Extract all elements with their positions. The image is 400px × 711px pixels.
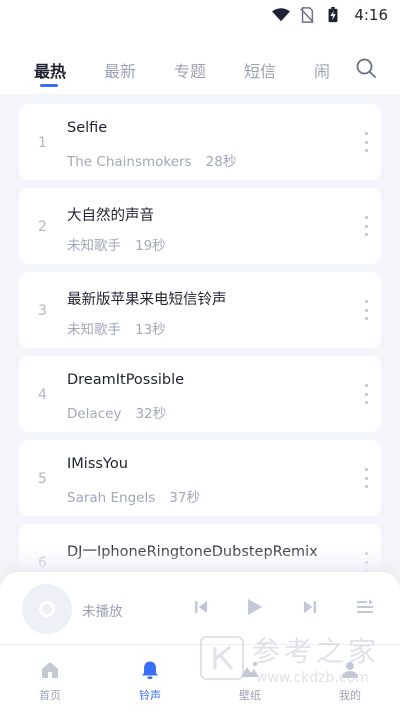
more-options-icon[interactable] [363,468,369,488]
item-index: 2 [38,219,47,235]
home-icon [42,662,58,678]
playlist-icon[interactable] [354,596,376,618]
tab-alarm[interactable]: 闹 [314,58,330,82]
list-item[interactable]: 5 IMissYou Sarah Engels 37秒 [19,440,381,516]
song-duration: 28秒 [205,154,237,170]
more-options-icon[interactable] [363,132,369,152]
search-icon[interactable] [354,56,378,80]
nav-label: 首页 [39,689,61,702]
song-artist: Delacey [67,406,122,422]
album-disc-icon[interactable] [22,584,72,634]
more-options-icon[interactable] [363,300,369,320]
nav-label: 铃声 [139,689,161,702]
item-index: 5 [38,471,47,487]
more-options-icon[interactable] [363,384,369,404]
song-title: DreamItPossible [67,372,185,388]
nav-ringtone[interactable]: 铃声 [110,645,190,711]
list-item[interactable]: 3 最新版苹果来电短信铃声 未知歌手 13秒 [19,272,381,348]
nav-home[interactable]: 首页 [10,645,90,711]
watermark: 参考之家 www.ckdzb.com [196,630,396,696]
tab-new[interactable]: 最新 [104,58,136,82]
song-title: Selfie [67,120,108,136]
wifi-icon [272,8,291,22]
player-status: 未播放 [82,604,123,620]
battery-charging-icon [328,7,338,23]
more-options-icon[interactable] [363,216,369,236]
song-meta: Delacey 32秒 [67,402,166,422]
list-item[interactable]: 1 Selfie The Chainsmokers 28秒 [19,104,381,180]
song-meta: 未知歌手 13秒 [67,318,166,338]
ringtone-list: 1 Selfie The Chainsmokers 28秒 2 大自然的声音 未知… [0,94,400,574]
play-icon[interactable] [243,596,265,618]
watermark-text: 参考之家 [252,635,381,668]
song-artist: 未知歌手 [67,322,121,338]
active-tab-indicator [40,84,58,87]
sim-off-icon [300,7,315,23]
list-fade [0,545,400,575]
song-meta: 未知歌手 19秒 [67,234,166,254]
song-artist: The Chainsmokers [67,154,192,170]
status-bar: 4:16 [0,0,400,30]
clock: 4:16 [354,6,388,24]
song-artist: Sarah Engels [67,490,156,506]
tab-hot[interactable]: 最热 [34,58,66,82]
list-item[interactable]: 2 大自然的声音 未知歌手 19秒 [19,188,381,264]
song-artist: 未知歌手 [67,238,121,254]
watermark-logo-icon [213,645,234,670]
song-duration: 13秒 [135,322,166,338]
song-duration: 32秒 [135,406,167,422]
list-item[interactable]: 4 DreamItPossible Delacey 32秒 [19,356,381,432]
watermark-url: www.ckdzb.com [256,670,369,686]
song-duration: 37秒 [169,490,200,506]
bell-icon [142,661,158,679]
previous-icon[interactable] [190,596,212,618]
category-tabs: 最热 最新 专题 短信 闹 [0,30,400,94]
tab-sms[interactable]: 短信 [244,58,276,82]
song-title: IMissYou [67,456,128,472]
song-title: 大自然的声音 [67,208,154,224]
song-meta: Sarah Engels 37秒 [67,486,200,506]
next-icon[interactable] [299,596,321,618]
item-index: 4 [38,387,47,403]
song-meta: The Chainsmokers 28秒 [67,150,236,170]
tab-topic[interactable]: 专题 [174,58,206,82]
item-index: 3 [38,303,47,319]
item-index: 1 [38,135,47,151]
song-duration: 19秒 [135,238,166,254]
song-title: 最新版苹果来电短信铃声 [67,292,227,308]
